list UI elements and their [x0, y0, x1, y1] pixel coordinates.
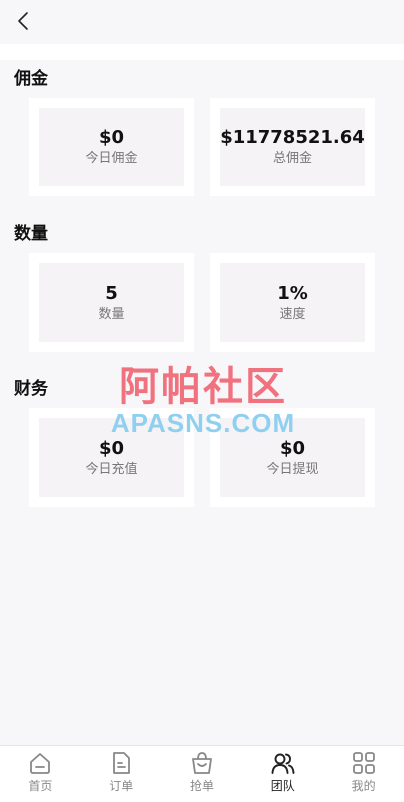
stat-label: 今日提现	[266, 461, 319, 477]
stat-card-today-commission: $0 今日佣金	[29, 98, 194, 196]
stat-card-today-recharge: $0 今日充值	[29, 408, 194, 507]
stat-label: 速度	[279, 306, 306, 322]
stat-card-total-commission: $11778521.64 总佣金	[210, 98, 375, 196]
document-icon	[108, 750, 134, 776]
watermark-cn: 阿帕社区	[119, 364, 287, 410]
stat-card-inner: $0 今日充值	[39, 418, 184, 497]
tab-label: 我的	[351, 779, 376, 793]
header	[0, 0, 404, 44]
header-divider	[0, 44, 404, 60]
stat-value: 1%	[277, 282, 308, 304]
stat-card-quantity: 5 数量	[29, 253, 194, 352]
stat-card-inner: 1% 速度	[220, 263, 365, 342]
tab-orders[interactable]: 订单	[81, 746, 162, 802]
shopping-bag-icon	[189, 750, 215, 776]
chevron-left-icon	[18, 12, 28, 30]
tab-label: 订单	[109, 779, 134, 793]
stat-card-today-withdrawal: $0 今日提现	[210, 408, 375, 507]
stat-card-speed: 1% 速度	[210, 253, 375, 352]
stat-value: $0	[98, 127, 125, 148]
team-icon	[270, 750, 296, 776]
section-title-finance: 财务	[14, 379, 48, 399]
stat-value: $11778521.64	[220, 127, 365, 148]
section-title-commission: 佣金	[14, 69, 48, 89]
stat-card-inner: $0 今日提现	[220, 418, 365, 497]
section-title-quantity: 数量	[14, 224, 48, 244]
tab-home[interactable]: 首页	[0, 746, 81, 802]
stat-label: 今日佣金	[85, 151, 138, 166]
tab-grab-order[interactable]: 抢单	[162, 746, 243, 802]
stat-card-inner: $0 今日佣金	[39, 108, 184, 186]
back-button[interactable]	[10, 8, 36, 34]
stat-card-inner: 5 数量	[39, 263, 184, 342]
stat-value: 5	[105, 282, 118, 304]
tab-label: 团队	[270, 779, 295, 793]
stat-label: 总佣金	[272, 151, 312, 166]
tab-mine[interactable]: 我的	[323, 746, 404, 802]
stat-label: 数量	[98, 306, 125, 322]
stat-label: 今日充值	[85, 461, 138, 477]
stat-card-inner: $11778521.64 总佣金	[220, 108, 365, 186]
bottom-tab-bar: 首页 订单 抢单 团队 我的	[0, 745, 404, 802]
tab-team[interactable]: 团队	[242, 746, 323, 802]
stat-value: $0	[279, 437, 306, 459]
grid-icon	[351, 750, 377, 776]
stat-value: $0	[98, 437, 125, 459]
tab-label: 首页	[28, 779, 53, 793]
home-icon	[27, 750, 53, 776]
tab-label: 抢单	[189, 779, 214, 793]
